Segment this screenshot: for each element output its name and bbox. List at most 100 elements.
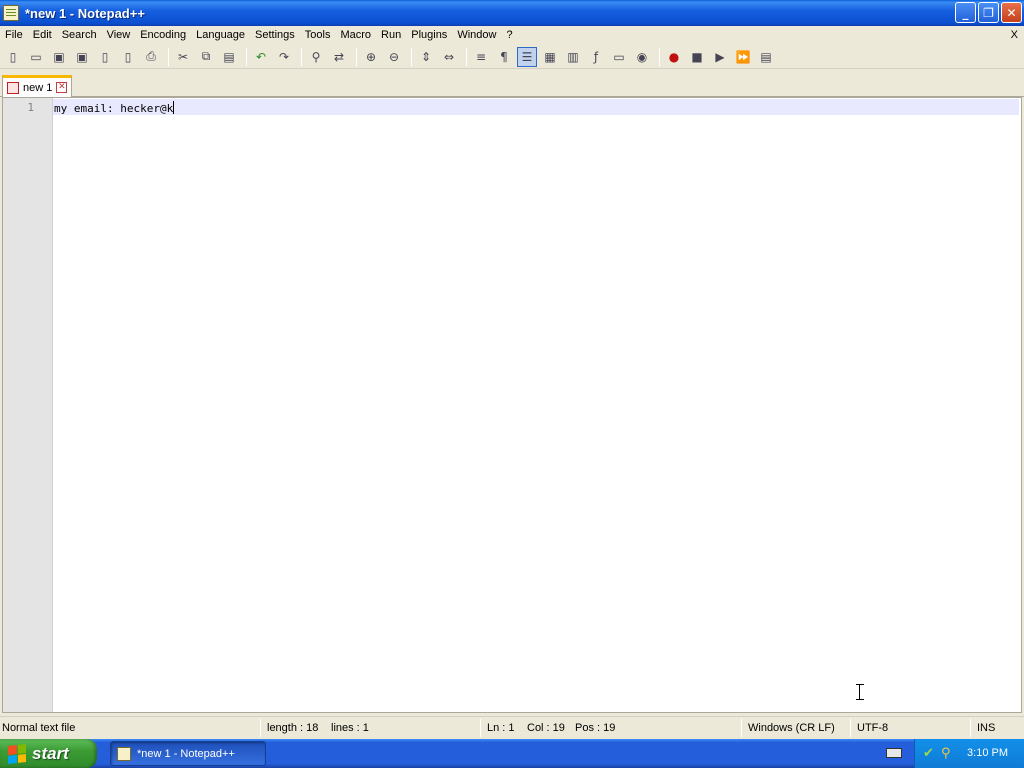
current-line-highlight [53, 99, 1019, 115]
menu-language[interactable]: Language [191, 26, 250, 45]
record-macro-icon[interactable]: ● [664, 47, 684, 67]
toolbar-separator [659, 47, 660, 66]
sync-horizontal-icon[interactable]: ⇔ [439, 47, 459, 67]
network-icon[interactable]: ✔ [923, 746, 939, 762]
menu-settings[interactable]: Settings [250, 26, 300, 45]
print-icon[interactable]: ⎙ [141, 47, 161, 67]
run-macro-multiple-icon[interactable]: ⏩ [733, 47, 753, 67]
clock[interactable]: 3:10 PM [967, 747, 1008, 759]
status-eol-format[interactable]: Windows (CR LF) [748, 722, 835, 734]
open-file-icon[interactable]: ▭ [26, 47, 46, 67]
replace-icon[interactable]: ⇄ [329, 47, 349, 67]
code-line[interactable]: my email: hecker@k [54, 101, 175, 115]
menu-help[interactable]: ? [501, 26, 517, 45]
save-icon[interactable]: ▣ [49, 47, 69, 67]
new-file-icon[interactable]: ▯ [3, 47, 23, 67]
system-tray: ✔ ⚲ 3:10 PM [914, 739, 1024, 768]
toolbar-separator [246, 47, 247, 66]
toolbar-separator [411, 47, 412, 66]
ibeam-cursor-icon [856, 684, 864, 700]
show-all-chars-icon[interactable]: ¶ [494, 47, 514, 67]
status-insert-mode[interactable]: INS [977, 722, 995, 734]
status-lines: lines : 1 [331, 722, 369, 734]
function-list-icon[interactable]: ƒ [586, 47, 606, 67]
menu-file[interactable]: File [0, 26, 28, 45]
menu-tools[interactable]: Tools [300, 26, 336, 45]
save-all-icon[interactable]: ▣ [72, 47, 92, 67]
sync-vertical-icon[interactable]: ⇕ [416, 47, 436, 67]
toolbar-separator [356, 47, 357, 66]
status-encoding[interactable]: UTF-8 [857, 722, 888, 734]
minimize-button[interactable]: _ [955, 2, 976, 23]
doc-map-icon[interactable]: ▥ [563, 47, 583, 67]
status-divider [970, 719, 971, 737]
cut-icon[interactable]: ✂ [173, 47, 193, 67]
status-column: Col : 19 [527, 722, 565, 734]
notepad-plus-plus-icon[interactable] [3, 5, 19, 21]
user-defined-lang-icon[interactable]: ▦ [540, 47, 560, 67]
indent-guide-icon[interactable]: ☰ [517, 46, 537, 67]
toolbar-separator [168, 47, 169, 66]
status-length: length : 18 [267, 722, 319, 734]
editor-pane[interactable]: 1 my email: hecker@k [2, 97, 1022, 713]
close-button[interactable]: ✕ [1001, 2, 1022, 23]
word-wrap-icon[interactable]: ≡ [471, 47, 491, 67]
find-icon[interactable]: ⚲ [306, 47, 326, 67]
notepad-plus-plus-icon [117, 746, 131, 761]
status-bar: Normal text file length : 18 lines : 1 L… [0, 716, 1024, 739]
close-document-button[interactable]: X [1011, 26, 1018, 45]
close-all-icon[interactable]: ▯ [118, 47, 138, 67]
window-title: *new 1 - Notepad++ [25, 5, 145, 21]
windows-logo-icon [8, 743, 26, 764]
start-label: start [32, 743, 69, 763]
title-bar[interactable]: *new 1 - Notepad++ _ ❐ ✕ [0, 0, 1024, 26]
menu-macro[interactable]: Macro [335, 26, 376, 45]
menu-run[interactable]: Run [376, 26, 406, 45]
menu-plugins[interactable]: Plugins [406, 26, 452, 45]
undo-icon[interactable]: ↶ [251, 47, 271, 67]
close-icon[interactable]: ▯ [95, 47, 115, 67]
menu-edit[interactable]: Edit [28, 26, 57, 45]
unsaved-file-icon [7, 81, 19, 94]
folder-workspace-icon[interactable]: ▭ [609, 47, 629, 67]
tab-label: new 1 [23, 81, 53, 94]
playback-macro-icon[interactable]: ▶ [710, 47, 730, 67]
stop-record-icon[interactable]: ■ [687, 47, 707, 67]
restore-button[interactable]: ❐ [978, 2, 999, 23]
status-divider [480, 719, 481, 737]
menu-view[interactable]: View [102, 26, 136, 45]
menu-search[interactable]: Search [57, 26, 102, 45]
line-number: 1 [27, 101, 34, 114]
menu-encoding[interactable]: Encoding [135, 26, 191, 45]
tab-new-1[interactable]: new 1 ✕ [2, 75, 72, 97]
status-divider [260, 719, 261, 737]
zoom-in-icon[interactable]: ⊕ [361, 47, 381, 67]
toolbar: ▯ ▭ ▣ ▣ ▯ ▯ ⎙ ✂ ⧉ ▤ ↶ ↷ ⚲ ⇄ ⊕ ⊖ ⇕ ⇔ ≡ ¶ … [0, 45, 1024, 69]
search-icon[interactable]: ⚲ [941, 746, 957, 762]
keyboard-icon[interactable] [886, 748, 902, 758]
monitoring-icon[interactable]: ◉ [632, 47, 652, 67]
taskbar-notepad-button[interactable]: *new 1 - Notepad++ [110, 741, 266, 766]
toolbar-separator [301, 47, 302, 66]
taskbar: start *new 1 - Notepad++ ✔ ⚲ 3:10 PM [0, 739, 1024, 768]
zoom-out-icon[interactable]: ⊖ [384, 47, 404, 67]
menu-bar: File Edit Search View Encoding Language … [0, 26, 1024, 45]
status-file-type: Normal text file [2, 722, 76, 734]
copy-icon[interactable]: ⧉ [196, 47, 216, 67]
redo-icon[interactable]: ↷ [274, 47, 294, 67]
line-text: my email: hecker@k [54, 102, 174, 115]
save-macro-icon[interactable]: ▤ [756, 47, 776, 67]
text-caret [173, 101, 175, 114]
status-divider [850, 719, 851, 737]
tab-close-icon[interactable]: ✕ [56, 82, 68, 93]
start-button[interactable]: start [0, 739, 97, 768]
taskbar-item-label: *new 1 - Notepad++ [137, 747, 235, 760]
paste-icon[interactable]: ▤ [219, 47, 239, 67]
tab-bar: new 1 ✕ [0, 70, 1024, 97]
status-line: Ln : 1 [487, 722, 515, 734]
line-number-gutter: 1 [3, 98, 53, 712]
status-position: Pos : 19 [575, 722, 616, 734]
menu-window[interactable]: Window [452, 26, 501, 45]
status-divider [741, 719, 742, 737]
toolbar-separator [466, 47, 467, 66]
